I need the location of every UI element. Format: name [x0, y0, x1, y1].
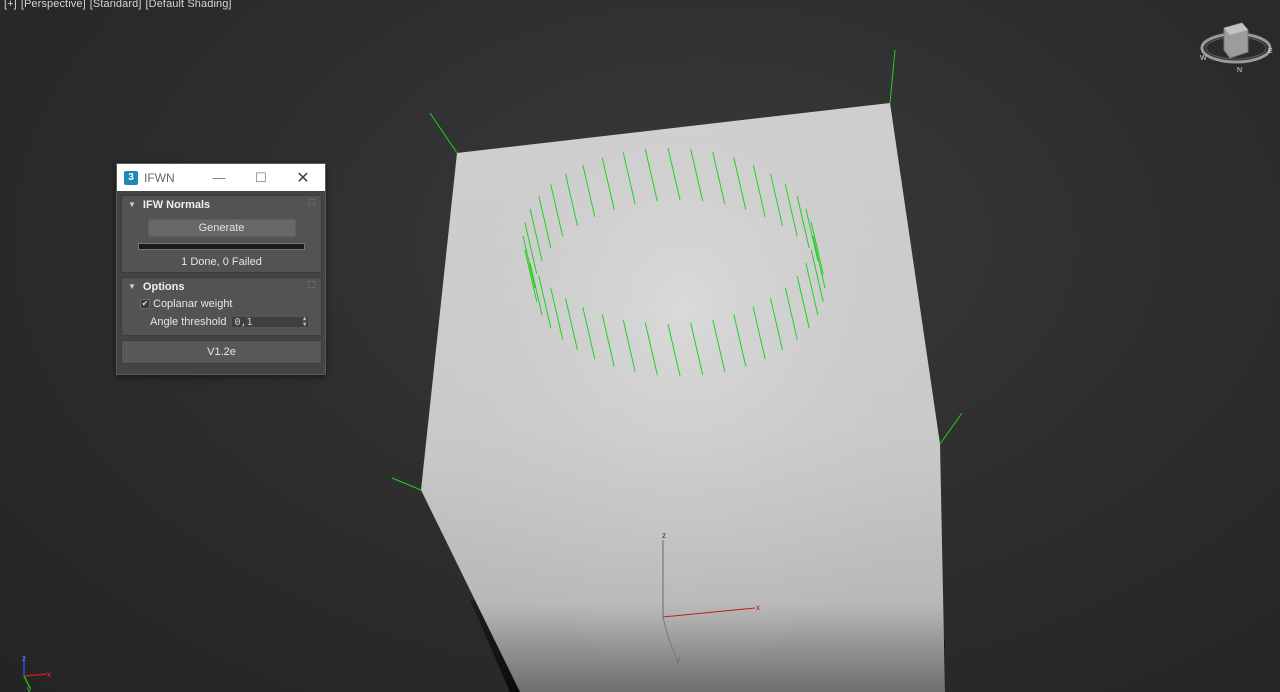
coplanar-weight-label[interactable]: Coplanar weight: [153, 298, 233, 310]
rollout-ifw-normals: ▼ IFW Normals Generate 1 Done, 0 Failed: [121, 195, 322, 273]
mesh-face-highlight: [421, 103, 945, 692]
progress-fill: [139, 244, 304, 249]
coplanar-weight-checkbox[interactable]: ✔: [140, 299, 150, 309]
viewport-menu-standard[interactable]: [Standard]: [90, 0, 142, 10]
rollout-header-options[interactable]: ▼ Options: [122, 278, 321, 295]
angle-threshold-spinner[interactable]: 0,1 ▲ ▼: [231, 316, 310, 328]
collapse-caret-icon[interactable]: ▼: [128, 282, 136, 291]
gizmo-z-label: z: [662, 531, 666, 540]
rollout-options: ▼ Options ✔ Coplanar weight Angle thresh…: [121, 277, 322, 336]
gizmo-y-label: y: [676, 655, 680, 664]
world-axis-x: x: [47, 670, 51, 679]
viewcube-east: E: [1268, 48, 1273, 55]
world-axis-tripod: z x y: [22, 654, 51, 692]
viewcube-north: N: [1237, 67, 1242, 74]
viewcube[interactable]: N W E: [1198, 18, 1278, 78]
collapse-caret-icon[interactable]: ▼: [128, 200, 136, 209]
ifwn-window[interactable]: 3 IFWN — ☐ ✕ ▼ IFW Normals Generate 1 Do…: [116, 163, 326, 375]
viewport-menu-perspective[interactable]: [Perspective]: [21, 0, 86, 10]
progress-bar: [138, 243, 305, 250]
world-axis-y: y: [27, 685, 31, 692]
status-text: 1 Done, 0 Failed: [181, 256, 262, 268]
window-title: IFWN: [144, 170, 175, 185]
window-titlebar[interactable]: 3 IFWN — ☐ ✕: [117, 164, 325, 191]
rollout-grip-icon[interactable]: [308, 199, 315, 206]
viewport-menu-shading[interactable]: [Default Shading]: [146, 0, 232, 10]
gizmo-x-label: x: [756, 603, 760, 612]
angle-threshold-row: Angle threshold 0,1 ▲ ▼: [122, 313, 321, 331]
viewcube-west: W: [1200, 55, 1207, 62]
viewport-menu-plus[interactable]: [+]: [4, 0, 17, 10]
app-logo-icon: 3: [124, 170, 138, 185]
angle-threshold-label: Angle threshold: [150, 316, 227, 328]
rollout-title: IFW Normals: [142, 198, 211, 211]
maximize-button[interactable]: ☐: [241, 164, 281, 191]
spinner-arrows-icon[interactable]: ▲ ▼: [303, 316, 307, 328]
viewport-label-bar: [+] [Perspective] [Standard] [Default Shadi…: [4, 0, 236, 10]
rollout-header-ifw-normals[interactable]: ▼ IFW Normals: [122, 196, 321, 213]
rollout-grip-icon[interactable]: [308, 281, 315, 288]
generate-button[interactable]: Generate: [147, 219, 296, 237]
coplanar-weight-row[interactable]: ✔ Coplanar weight: [122, 295, 321, 313]
world-axis-z: z: [22, 654, 26, 663]
version-label: V1.2e: [121, 340, 322, 364]
close-button[interactable]: ✕: [283, 164, 323, 191]
angle-threshold-value[interactable]: 0,1: [234, 317, 252, 328]
minimize-button[interactable]: —: [199, 164, 239, 191]
rollout-title: Options: [142, 280, 185, 293]
